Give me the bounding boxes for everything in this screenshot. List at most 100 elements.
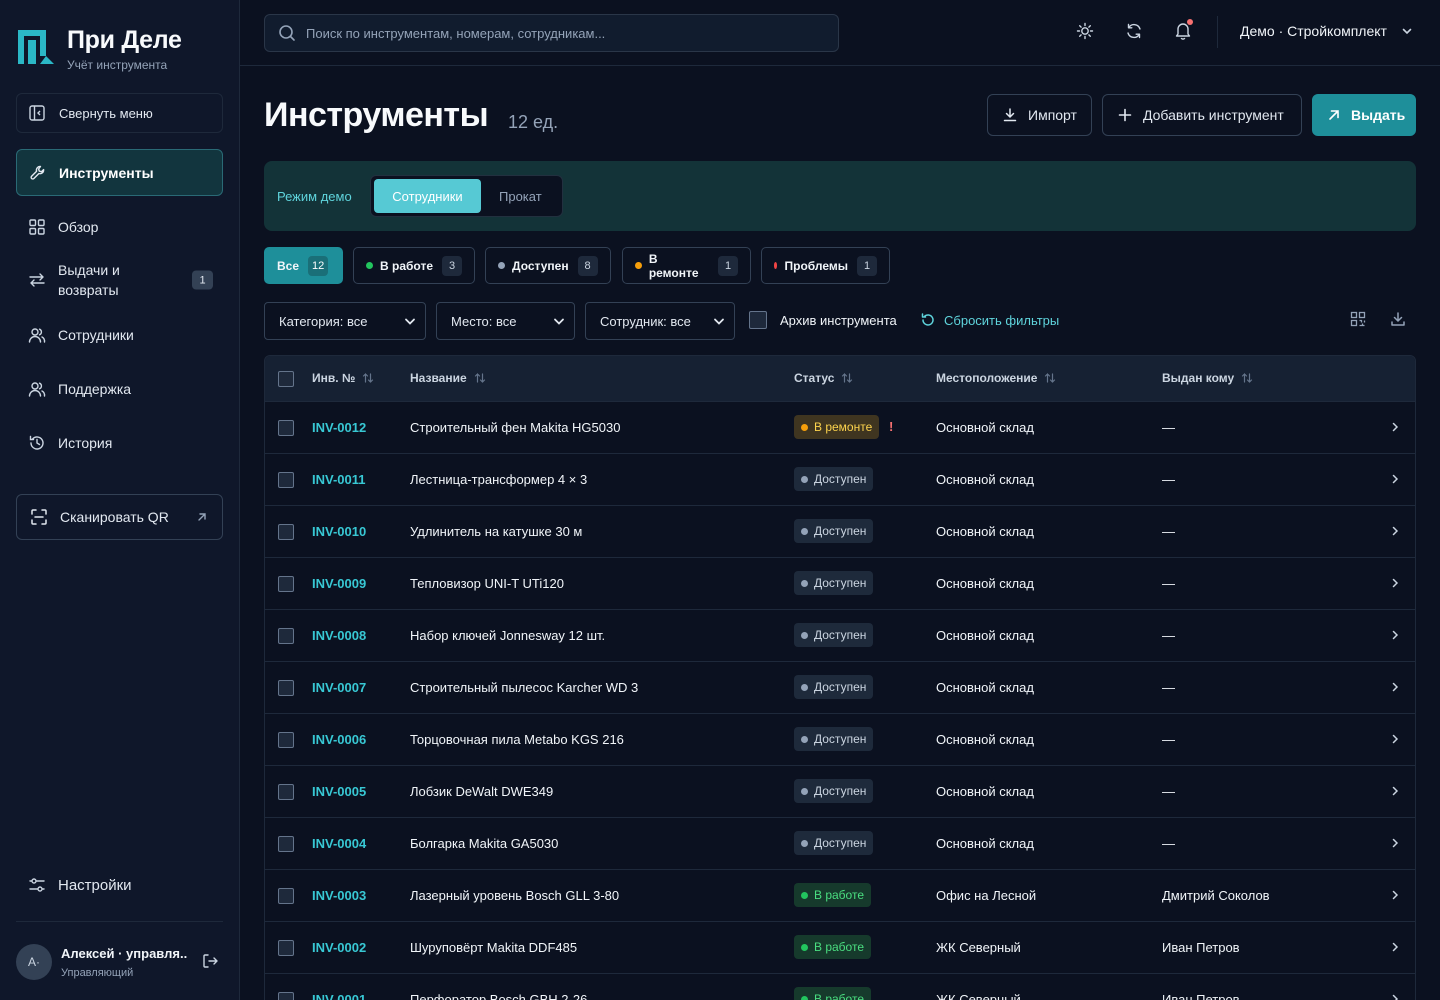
- chevron-right-icon[interactable]: [1389, 889, 1401, 901]
- sidebar-item-overview[interactable]: Обзор: [16, 208, 223, 246]
- row-checkbox[interactable]: [278, 680, 294, 696]
- filter-chip-in-work[interactable]: В работе 3: [353, 247, 475, 284]
- filter-chip-repair[interactable]: В ремонте 1: [622, 247, 751, 284]
- table-row[interactable]: INV-0010 Удлинитель на катушке 30 м Доступ…: [265, 506, 1415, 558]
- chip-count: 8: [577, 255, 598, 276]
- archive-toggle[interactable]: Архив инструмента: [749, 311, 897, 329]
- inventory-number[interactable]: INV-0011: [312, 472, 366, 487]
- sidebar-item-issues[interactable]: Выдачи и возвраты 1: [16, 256, 223, 304]
- organization-selector[interactable]: Демо · Стройкомплект: [1240, 23, 1413, 39]
- table-row[interactable]: INV-0009 Тепловизор UNI-T UTi120 Доступен О…: [265, 558, 1415, 610]
- row-checkbox[interactable]: [278, 628, 294, 644]
- table-row[interactable]: INV-0004 Болгарка Makita GA5030 Доступен Ос…: [265, 818, 1415, 870]
- row-checkbox[interactable]: [278, 524, 294, 540]
- row-checkbox[interactable]: [278, 836, 294, 852]
- chevron-right-icon[interactable]: [1389, 525, 1401, 537]
- theme-sun-icon[interactable]: [1076, 22, 1094, 40]
- inventory-number[interactable]: INV-0001: [312, 992, 366, 1000]
- place-select[interactable]: Место: все: [436, 302, 575, 340]
- inventory-number[interactable]: INV-0012: [312, 420, 366, 435]
- scan-qr-button[interactable]: Сканировать QR: [16, 494, 223, 540]
- demo-tab-employees[interactable]: Сотрудники: [374, 179, 481, 213]
- issue-button[interactable]: Выдать: [1312, 94, 1416, 136]
- table-row[interactable]: INV-0003 Лазерный уровень Bosch GLL 3-80 В…: [265, 870, 1415, 922]
- inventory-number[interactable]: INV-0007: [312, 680, 366, 695]
- filter-chip-all[interactable]: Все 12: [264, 247, 343, 284]
- column-status[interactable]: Статус: [794, 371, 853, 385]
- table-row[interactable]: INV-0011 Лестница-трансформер 4 × 3 Доступ…: [265, 454, 1415, 506]
- row-checkbox[interactable]: [278, 472, 294, 488]
- sidebar-item-label: Сотрудники: [58, 327, 134, 343]
- table-row[interactable]: INV-0006 Торцовочная пила Metabo KGS 216 Д…: [265, 714, 1415, 766]
- chevron-right-icon[interactable]: [1389, 837, 1401, 849]
- search-box[interactable]: [264, 14, 839, 52]
- inventory-number[interactable]: INV-0009: [312, 576, 366, 591]
- chevron-right-icon[interactable]: [1389, 785, 1401, 797]
- row-checkbox[interactable]: [278, 576, 294, 592]
- collapse-menu-button[interactable]: Свернуть меню: [16, 93, 223, 133]
- category-select[interactable]: Категория: все: [264, 302, 426, 340]
- inventory-number[interactable]: INV-0003: [312, 888, 366, 903]
- row-checkbox[interactable]: [278, 888, 294, 904]
- inventory-number[interactable]: INV-0002: [312, 940, 366, 955]
- column-location[interactable]: Местоположение: [936, 371, 1056, 385]
- row-checkbox[interactable]: [278, 732, 294, 748]
- column-inv[interactable]: Инв. №: [312, 371, 374, 385]
- sidebar-item-history[interactable]: История: [16, 424, 223, 462]
- chevron-right-icon[interactable]: [1389, 421, 1401, 433]
- demo-tab-rental[interactable]: Прокат: [499, 179, 542, 213]
- table-row[interactable]: INV-0001 Перфоратор Bosch GBH 2-26 В работ…: [265, 974, 1415, 1000]
- import-button[interactable]: Импорт: [987, 94, 1092, 136]
- inventory-number[interactable]: INV-0006: [312, 732, 366, 747]
- employee-value: Сотрудник: все: [600, 313, 691, 329]
- table-row[interactable]: INV-0007 Строительный пылесос Karcher WD …: [265, 662, 1415, 714]
- status-dot: [801, 579, 808, 587]
- issued-to: —: [1162, 576, 1175, 591]
- sidebar-item-employees[interactable]: Сотрудники: [16, 316, 223, 354]
- issued-to: —: [1162, 420, 1175, 435]
- chevron-right-icon[interactable]: [1389, 993, 1401, 1000]
- column-name[interactable]: Название: [410, 371, 486, 385]
- row-checkbox[interactable]: [278, 784, 294, 800]
- select-all-checkbox[interactable]: [278, 371, 294, 387]
- table-row[interactable]: INV-0002 Шуруповёрт Makita DDF485 В работе…: [265, 922, 1415, 974]
- row-checkbox[interactable]: [278, 940, 294, 956]
- chevron-right-icon[interactable]: [1389, 577, 1401, 589]
- column-label: Название: [410, 371, 467, 385]
- status-label: Доступен: [814, 836, 867, 850]
- inventory-number[interactable]: INV-0008: [312, 628, 366, 643]
- employee-select[interactable]: Сотрудник: все: [585, 302, 735, 340]
- brand[interactable]: При Деле Учёт инструмента: [16, 26, 182, 72]
- logout-icon[interactable]: [201, 952, 219, 970]
- chevron-right-icon[interactable]: [1389, 733, 1401, 745]
- refresh-icon[interactable]: [1125, 22, 1143, 40]
- row-checkbox[interactable]: [278, 992, 294, 1000]
- search-input[interactable]: [306, 25, 826, 41]
- inventory-number[interactable]: INV-0010: [312, 524, 366, 539]
- table-row[interactable]: INV-0008 Набор ключей Jonnesway 12 шт. Дос…: [265, 610, 1415, 662]
- table-row[interactable]: INV-0005 Лобзик DeWalt DWE349 Доступен Осно…: [265, 766, 1415, 818]
- bell-icon[interactable]: [1174, 19, 1193, 40]
- arrow-up-right-icon: [1327, 108, 1341, 122]
- row-checkbox[interactable]: [278, 420, 294, 436]
- reset-filters-button[interactable]: Сбросить фильтры: [920, 312, 1059, 328]
- filter-chip-available[interactable]: Доступен 8: [485, 247, 611, 284]
- sidebar-item-support[interactable]: Поддержка: [16, 370, 223, 408]
- archive-checkbox[interactable]: [749, 311, 767, 329]
- sidebar-item-settings[interactable]: Настройки: [16, 866, 223, 904]
- inventory-number[interactable]: INV-0004: [312, 836, 366, 851]
- add-tool-button[interactable]: Добавить инструмент: [1102, 94, 1302, 136]
- chevron-right-icon[interactable]: [1389, 629, 1401, 641]
- chevron-right-icon[interactable]: [1389, 473, 1401, 485]
- column-issued-to[interactable]: Выдан кому: [1162, 371, 1253, 385]
- sidebar-item-tools[interactable]: Инструменты: [16, 149, 223, 196]
- chevron-right-icon[interactable]: [1389, 941, 1401, 953]
- filter-chip-problems[interactable]: Проблемы 1: [761, 247, 890, 284]
- chevron-right-icon[interactable]: [1389, 681, 1401, 693]
- table-row[interactable]: INV-0012 Строительный фен Makita HG5030 В …: [265, 402, 1415, 454]
- inventory-number[interactable]: INV-0005: [312, 784, 366, 799]
- organization-name: Демо · Стройкомплект: [1240, 23, 1387, 39]
- qr-code-icon[interactable]: [1350, 311, 1366, 327]
- export-download-icon[interactable]: [1390, 311, 1406, 327]
- user-profile[interactable]: А· Алексей · управля... Управляющий: [16, 942, 223, 982]
